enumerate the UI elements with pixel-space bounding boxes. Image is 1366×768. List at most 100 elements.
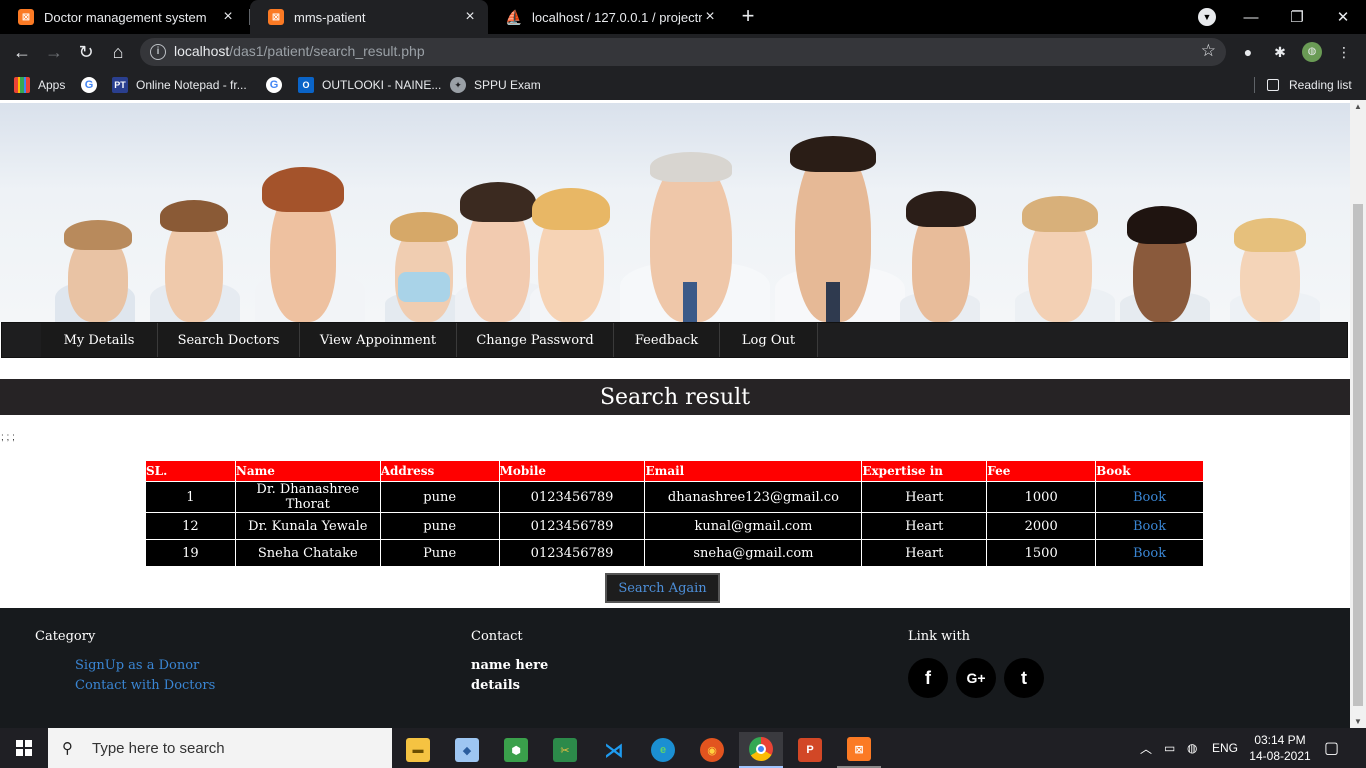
cell-email: kunal@gmail.com <box>644 512 863 540</box>
taskbar-firefox[interactable]: ◉ <box>690 732 734 768</box>
close-icon[interactable]: × <box>702 8 718 26</box>
minimize-button[interactable]: — <box>1228 0 1274 34</box>
taskbar-vscode[interactable]: ⋊ <box>592 732 636 768</box>
back-button[interactable]: ← <box>10 40 34 64</box>
apps-grid-icon <box>14 77 30 93</box>
site-info-icon[interactable]: i <box>150 44 166 60</box>
table-row: 19 Sneha Chatake Pune 0123456789 sneha@g… <box>145 539 1204 567</box>
language-indicator[interactable]: ENG <box>1212 728 1238 768</box>
book-link[interactable]: Book <box>1095 539 1204 567</box>
scroll-down-icon[interactable]: ▼ <box>1353 717 1363 726</box>
search-again-button[interactable]: Search Again <box>605 573 720 603</box>
windows-logo-icon <box>16 740 32 756</box>
close-icon[interactable]: × <box>220 8 236 26</box>
show-hidden-icons[interactable]: ︿ <box>1140 728 1152 768</box>
footer: Category SignUp as a Donor Contact with … <box>0 608 1350 728</box>
header-book: Book <box>1095 460 1204 482</box>
notification-icon[interactable]: ▢ <box>1324 728 1339 768</box>
nav-feedback[interactable]: Feedback <box>614 323 720 357</box>
network-icon[interactable]: ◍ <box>1187 728 1197 768</box>
new-tab-button[interactable]: + <box>737 5 759 28</box>
page-scrollbar[interactable]: ▲ ▼ <box>1350 100 1366 728</box>
google-plus-icon[interactable]: G+ <box>956 658 996 698</box>
snipping-tool-icon: ✂ <box>553 738 577 762</box>
scrollbar-thumb[interactable] <box>1353 204 1363 706</box>
xampp-icon: ⊠ <box>847 737 871 761</box>
page-viewport: My Details Search Doctors View Appoinmen… <box>0 100 1350 728</box>
bookmark-apps[interactable]: Apps <box>14 76 65 94</box>
close-icon[interactable]: × <box>462 8 478 26</box>
powerpoint-icon: P <box>798 738 822 762</box>
taskbar-app-hexagon[interactable]: ⬢ <box>494 732 538 768</box>
extensions-puzzle-icon[interactable]: ✱ <box>1270 42 1290 62</box>
cell-fee: 1500 <box>986 539 1097 567</box>
address-bar[interactable]: i localhost/das1/patient/search_result.p… <box>140 38 1226 66</box>
reading-list-icon <box>1267 79 1279 91</box>
bookmark-sppu[interactable]: ✦ SPPU Exam <box>450 76 541 94</box>
sppu-logo-icon: ✦ <box>450 77 466 93</box>
bookmark-outlook[interactable]: O OUTLOOKI - NAINE... <box>298 76 441 94</box>
taskbar-app-cube[interactable]: ◆ <box>445 732 489 768</box>
table-header-row: SL. Name Address Mobile Email Expertise … <box>145 460 1204 482</box>
scroll-up-icon[interactable]: ▲ <box>1353 102 1363 111</box>
main-navbar: My Details Search Doctors View Appoinmen… <box>1 322 1348 358</box>
tab-doctor-management[interactable]: ⊠ Doctor management system × <box>0 0 246 34</box>
home-button[interactable]: ⌂ <box>106 40 130 64</box>
start-button[interactable] <box>0 728 48 768</box>
cell-sl: 1 <box>145 481 236 513</box>
extension-icon[interactable]: ● <box>1238 42 1258 62</box>
browser-tab-bar: ⊠ Doctor management system × ⊠ mms-patie… <box>0 0 1366 34</box>
reading-list-button[interactable]: Reading list <box>1267 76 1352 94</box>
book-link[interactable]: Book <box>1095 512 1204 540</box>
bookmark-label: Online Notepad - fr... <box>136 78 247 92</box>
forward-button[interactable]: → <box>42 40 66 64</box>
cell-mobile: 0123456789 <box>498 539 646 567</box>
contact-doctors-link[interactable]: Contact with Doctors <box>75 678 215 693</box>
taskbar-search-box[interactable]: ⚲ Type here to search <box>48 728 392 768</box>
twitter-icon[interactable]: t <box>1004 658 1044 698</box>
bookmark-google[interactable]: G <box>81 76 105 94</box>
bookmark-google-2[interactable]: G <box>266 76 290 94</box>
taskbar-clock[interactable]: 03:14 PM 14-08-2021 <box>1240 732 1320 764</box>
menu-kebab-icon[interactable]: ⋮ <box>1334 42 1354 62</box>
taskbar-powerpoint[interactable]: P <box>788 732 832 768</box>
header-fee: Fee <box>986 460 1097 482</box>
close-window-button[interactable]: ✕ <box>1320 0 1366 34</box>
nav-change-password[interactable]: Change Password <box>457 323 614 357</box>
cell-expertise: Heart <box>861 512 988 540</box>
nav-my-details[interactable]: My Details <box>41 323 158 357</box>
browser-toolbar: ← → ↻ ⌂ i localhost/das1/patient/search_… <box>0 34 1366 70</box>
tab-search-icon[interactable]: ▼ <box>1198 8 1216 26</box>
bookmarks-bar: Apps G PT Online Notepad - fr... G O OUT… <box>0 70 1366 100</box>
tab-mms-patient[interactable]: ⊠ mms-patient × <box>250 0 488 34</box>
facebook-icon[interactable]: f <box>908 658 948 698</box>
bookmark-star-icon[interactable]: ☆ <box>1201 41 1216 61</box>
battery-icon[interactable]: ▭ <box>1164 728 1175 768</box>
taskbar-xampp[interactable]: ⊠ <box>837 732 881 768</box>
taskbar-edge[interactable]: e <box>641 732 685 768</box>
header-expertise: Expertise in <box>861 460 988 482</box>
table-row: 1 Dr. Dhanashree Thorat pune 0123456789 … <box>145 481 1204 513</box>
cell-email: sneha@gmail.com <box>644 539 863 567</box>
restore-button[interactable]: ❐ <box>1274 0 1320 34</box>
nav-view-appointment[interactable]: View Appoinment <box>300 323 457 357</box>
outlook-icon: O <box>298 77 314 93</box>
book-link[interactable]: Book <box>1095 481 1204 513</box>
signup-donor-link[interactable]: SignUp as a Donor <box>75 658 199 673</box>
nav-log-out[interactable]: Log Out <box>720 323 818 357</box>
taskbar-chrome[interactable] <box>739 732 783 768</box>
bookmark-online-notepad[interactable]: PT Online Notepad - fr... <box>112 76 247 94</box>
taskbar-file-explorer[interactable]: ▬ <box>396 732 440 768</box>
xampp-icon: ⊠ <box>268 9 284 25</box>
nav-search-doctors[interactable]: Search Doctors <box>158 323 300 357</box>
pt-icon: PT <box>112 77 128 93</box>
header-email: Email <box>644 460 863 482</box>
reload-button[interactable]: ↻ <box>74 40 98 64</box>
bookmark-label: SPPU Exam <box>474 78 541 92</box>
phpmyadmin-icon: ⛵ <box>505 8 523 25</box>
profile-avatar[interactable]: ◍ <box>1302 42 1322 62</box>
stray-text: ; ; ; <box>1 432 15 443</box>
taskbar-app-snipping[interactable]: ✂ <box>543 732 587 768</box>
tab-phpmyadmin[interactable]: ⛵ localhost / 127.0.0.1 / projectmm × <box>488 0 728 34</box>
bookmark-label: OUTLOOKI - NAINE... <box>322 78 442 92</box>
